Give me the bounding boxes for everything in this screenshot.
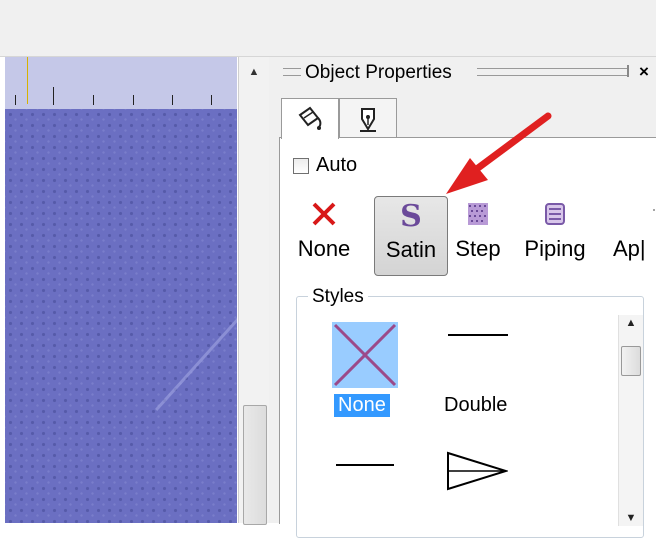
double-line-icon [448,334,508,336]
ruler-tick [172,95,173,105]
paint-bucket-icon [298,106,322,130]
fill-type-label: Step [455,236,501,261]
scrollbar-thumb[interactable] [243,405,267,525]
single-line-icon [336,464,394,466]
styles-list-scrollbar[interactable]: ▲ ▼ [618,315,643,526]
pen-nib-icon [360,108,376,132]
top-toolbar-area [0,0,656,56]
horizontal-ruler [5,57,237,109]
fill-type-label: Ap| [613,236,646,261]
red-x-icon [312,202,336,226]
design-canvas[interactable] [5,57,237,523]
fill-type-piping-button[interactable]: Piping [516,196,594,274]
scroll-up-arrow-icon[interactable]: ▲ [619,317,643,329]
none-style-icon [332,322,398,388]
object-properties-panel: Object Properties × Auto None S Satin St… [269,57,656,538]
ruler-position-marker [27,57,28,104]
ruler-tick [53,87,54,105]
fill-type-applique-button[interactable]: Ap| [610,196,656,274]
close-icon[interactable]: × [639,62,649,82]
arrow-style-icon [447,451,510,491]
piping-icon [545,203,565,225]
ruler-tick [93,95,94,105]
fill-type-label: None [297,236,351,261]
fill-type-label: Satin [385,237,437,262]
style-single-item[interactable] [336,454,394,472]
scroll-down-arrow-icon[interactable]: ▼ [619,512,643,524]
canvas-vertical-scrollbar[interactable]: ▲ [238,57,269,525]
fill-type-step-button[interactable]: Step [452,196,504,274]
stitch-line [155,282,237,412]
applique-icon [653,209,655,211]
scrollbar-thumb[interactable] [621,346,641,376]
fill-type-none-button[interactable]: None [294,196,354,274]
style-double-item[interactable] [448,324,508,342]
auto-checkbox-label[interactable]: Auto [316,154,357,177]
panel-header[interactable]: Object Properties × [269,57,656,87]
panel-grip-handle[interactable] [283,68,301,76]
style-double-label[interactable]: Double [444,394,507,417]
satin-s-icon: S [400,201,422,231]
tab-outline[interactable] [339,98,397,137]
ruler-tick [133,95,134,105]
tab-fill[interactable] [281,98,339,139]
fill-properties-content: Auto None S Satin Step Piping Ap| Styles… [279,137,656,538]
step-fill-icon [468,203,488,225]
style-none-label[interactable]: None [334,394,390,417]
ruler-tick [211,95,212,105]
styles-group-label: Styles [308,286,368,308]
ruler-tick [15,95,16,105]
fill-type-satin-button[interactable]: S Satin [374,196,448,276]
auto-checkbox[interactable] [293,158,309,174]
panel-title: Object Properties [305,62,452,83]
panel-grip-handle[interactable] [477,65,629,77]
style-arrow-item[interactable] [446,450,510,497]
scroll-up-arrow-icon[interactable]: ▲ [239,61,269,83]
svg-text:S: S [400,201,422,231]
fill-type-label: Piping [524,236,586,261]
style-none-item[interactable] [332,322,398,393]
stitch-preview [5,109,237,523]
